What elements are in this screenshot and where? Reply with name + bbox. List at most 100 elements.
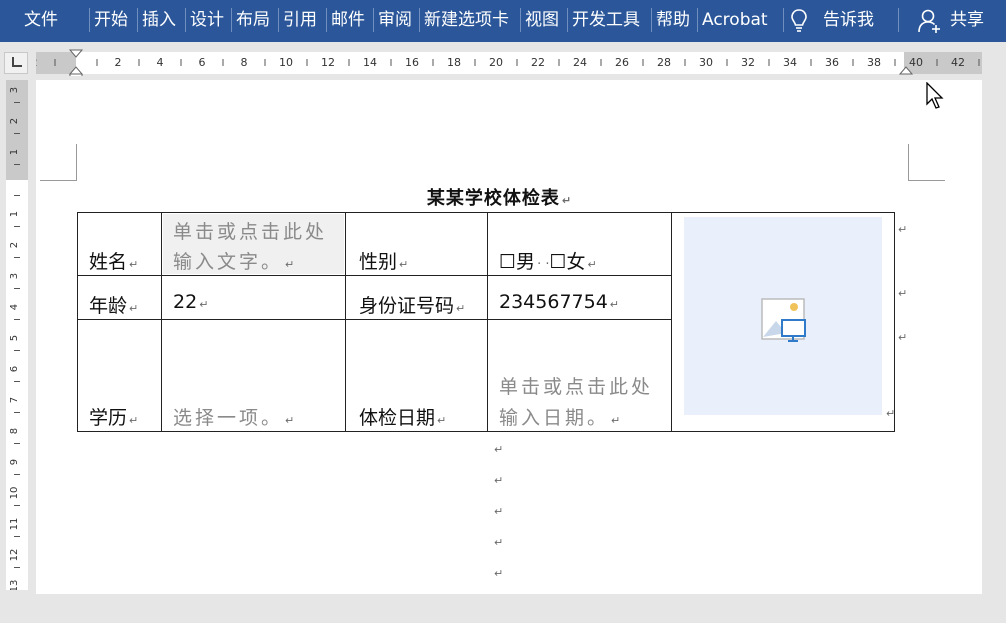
ruler-label: 30	[699, 56, 713, 69]
ruler-label: 8	[241, 56, 248, 69]
share-button[interactable]: 共享	[950, 0, 984, 40]
ruler-label: 10	[9, 487, 20, 500]
ribbon-tab-bar: 文件 开始 插入 设计 布局 引用 邮件 审阅 新建选项卡 视图 开发工具 帮助 Acrobat 告诉我…	[0, 0, 1006, 42]
tab-separator	[373, 8, 374, 32]
ruler-label: 6	[199, 56, 206, 69]
ruler-label: 2	[9, 118, 20, 124]
ruler-label: 4	[157, 56, 164, 69]
ruler-label: 32	[741, 56, 755, 69]
tab-selector[interactable]	[4, 52, 28, 74]
tab-separator	[783, 8, 784, 32]
ribbon-tab-12[interactable]: Acrobat	[702, 0, 768, 40]
bottom-strip	[0, 596, 1006, 623]
horizontal-ruler[interactable]: 224681012141618202224262830323436384042	[36, 48, 982, 76]
id-number-label: 身份证号码 ↵	[359, 295, 466, 317]
ruler-label: 28	[657, 56, 671, 69]
ribbon-tab-10[interactable]: 开发工具	[572, 0, 640, 40]
left-tab-icon	[12, 57, 22, 67]
tab-separator	[520, 8, 521, 32]
tab-separator	[567, 8, 568, 32]
document-page[interactable]: 某某学校体检表 ↵ 姓名 ↵ 单击或点击此处 输入文字。 ↵ 性别 ↵ ☐男 · ·☐女 ↵…	[36, 80, 982, 594]
lightbulb-icon[interactable]	[789, 8, 809, 34]
ribbon-tab-11[interactable]: 帮助	[656, 0, 690, 40]
row-end-mark: ↵	[898, 223, 908, 236]
tab-separator	[89, 8, 90, 32]
ruler-label: 2	[115, 56, 122, 69]
ruler-label: 2	[36, 56, 38, 69]
ruler-label: 1	[9, 211, 20, 217]
ribbon-tab-9[interactable]: 视图	[525, 0, 559, 40]
insert-picture-icon[interactable]	[756, 293, 812, 349]
tab-separator	[697, 8, 698, 32]
empty-paragraph[interactable]: ↵	[494, 474, 503, 487]
age-value[interactable]: 22 ↵	[173, 291, 208, 313]
tab-separator	[185, 8, 186, 32]
name-label: 姓名 ↵	[89, 251, 139, 273]
male-checkbox[interactable]: ☐	[499, 251, 516, 273]
margin-corner-top-right	[908, 144, 945, 181]
ruler-label: 3	[9, 87, 20, 93]
ribbon-tab-1[interactable]: 开始	[94, 0, 128, 40]
tab-separator	[137, 8, 138, 32]
ruler-label: 8	[9, 428, 20, 434]
ruler-label: 4	[9, 304, 20, 310]
ruler-label: 2	[9, 242, 20, 248]
document-title[interactable]: 某某学校体检表 ↵	[36, 184, 962, 210]
exam-date-label: 体检日期 ↵	[359, 407, 447, 429]
tab-separator	[419, 8, 420, 32]
date-picker-placeholder[interactable]: 单击或点击此处	[499, 372, 653, 399]
ruler-label: 7	[9, 397, 20, 403]
education-dropdown-placeholder[interactable]: 选择一项。 ↵	[173, 403, 294, 430]
row-end-mark: ↵	[898, 287, 908, 300]
female-label: 女	[566, 251, 586, 273]
ruler-label: 42	[951, 56, 965, 69]
ruler-label: 10	[279, 56, 293, 69]
ruler-label: 9	[9, 459, 20, 465]
tab-separator	[278, 8, 279, 32]
ribbon-tab-5[interactable]: 引用	[283, 0, 317, 40]
date-picker-placeholder-line2[interactable]: 输入日期。 ↵	[499, 403, 620, 430]
mouse-pointer-icon	[926, 82, 944, 109]
tab-separator	[326, 8, 327, 32]
ribbon-tab-4[interactable]: 布局	[236, 0, 270, 40]
name-input-placeholder[interactable]: 单击或点击此处	[173, 217, 327, 244]
ruler-label: 20	[489, 56, 503, 69]
tell-me-search[interactable]: 告诉我	[823, 0, 874, 40]
gender-label: 性别 ↵	[359, 251, 409, 273]
tab-separator	[651, 8, 652, 32]
empty-paragraph[interactable]: ↵	[494, 443, 503, 456]
empty-paragraph[interactable]: ↵	[494, 505, 503, 518]
left-indent-marker[interactable]	[69, 73, 83, 76]
male-label: 男	[516, 251, 536, 273]
ruler-label: 12	[321, 56, 335, 69]
ribbon-tab-0[interactable]: 文件	[24, 0, 58, 40]
ruler-label: 40	[909, 56, 923, 69]
ribbon-tab-7[interactable]: 审阅	[378, 0, 412, 40]
ribbon-tab-8[interactable]: 新建选项卡	[424, 0, 509, 40]
empty-paragraph[interactable]: ↵	[494, 567, 503, 580]
gender-options: ☐男 · ·☐女 ↵	[499, 251, 597, 273]
ruler-label: 24	[573, 56, 587, 69]
share-user-icon[interactable]	[918, 8, 942, 34]
ribbon-tab-2[interactable]: 插入	[142, 0, 176, 40]
ruler-label: 26	[615, 56, 629, 69]
vertical-ruler[interactable]: 32112345678910111213	[2, 80, 30, 590]
ruler-label: 22	[531, 56, 545, 69]
ruler-label: 5	[9, 335, 20, 341]
education-label: 学历 ↵	[89, 407, 139, 429]
ruler-label: 16	[405, 56, 419, 69]
row-end-mark: ↵	[898, 331, 908, 344]
name-input-placeholder-line2[interactable]: 输入文字。 ↵	[173, 247, 294, 274]
ribbon-tab-6[interactable]: 邮件	[331, 0, 365, 40]
female-checkbox[interactable]: ☐	[549, 251, 566, 273]
ruler-label: 1	[9, 149, 20, 155]
tab-separator	[898, 8, 899, 32]
ruler-label: 6	[9, 366, 20, 372]
ruler-label: 34	[783, 56, 797, 69]
empty-paragraph[interactable]: ↵	[494, 536, 503, 549]
ruler-label: 38	[867, 56, 881, 69]
ribbon-tab-3[interactable]: 设计	[190, 0, 224, 40]
ruler-label: 18	[447, 56, 461, 69]
age-label: 年龄 ↵	[89, 295, 139, 317]
id-number-value[interactable]: 234567754 ↵	[499, 291, 619, 313]
